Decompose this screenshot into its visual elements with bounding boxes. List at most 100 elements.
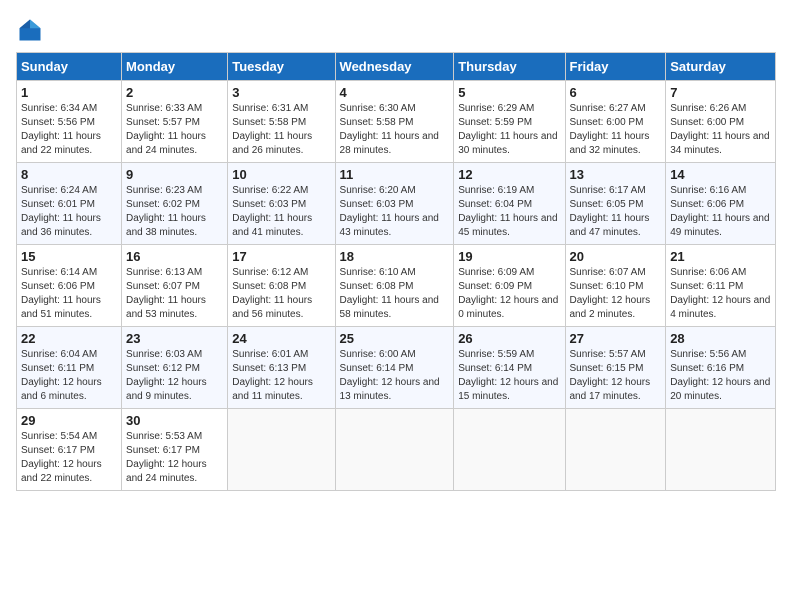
day-number: 30 [126,413,223,428]
day-detail: Sunrise: 6:10 AM Sunset: 6:08 PM Dayligh… [340,266,450,322]
calendar-cell: 18 Sunrise: 6:10 AM Sunset: 6:08 PM Dayl… [335,245,454,327]
calendar-cell: 2 Sunrise: 6:33 AM Sunset: 5:57 PM Dayli… [122,81,228,163]
calendar-table: SundayMondayTuesdayWednesdayThursdayFrid… [16,52,776,491]
day-number: 29 [21,413,117,428]
day-number: 8 [21,167,117,182]
calendar-cell: 12 Sunrise: 6:19 AM Sunset: 6:04 PM Dayl… [454,163,565,245]
calendar-cell [228,409,335,491]
header-monday: Monday [122,53,228,81]
calendar-cell [454,409,565,491]
day-number: 28 [670,331,771,346]
logo [16,16,48,44]
day-number: 5 [458,85,560,100]
calendar-cell: 15 Sunrise: 6:14 AM Sunset: 6:06 PM Dayl… [17,245,122,327]
calendar-cell [565,409,666,491]
week-row-3: 15 Sunrise: 6:14 AM Sunset: 6:06 PM Dayl… [17,245,776,327]
day-number: 12 [458,167,560,182]
logo-icon [16,16,44,44]
calendar-header-row: SundayMondayTuesdayWednesdayThursdayFrid… [17,53,776,81]
day-number: 24 [232,331,330,346]
day-detail: Sunrise: 6:12 AM Sunset: 6:08 PM Dayligh… [232,266,330,322]
day-number: 27 [570,331,662,346]
calendar-cell: 8 Sunrise: 6:24 AM Sunset: 6:01 PM Dayli… [17,163,122,245]
week-row-2: 8 Sunrise: 6:24 AM Sunset: 6:01 PM Dayli… [17,163,776,245]
calendar-cell: 27 Sunrise: 5:57 AM Sunset: 6:15 PM Dayl… [565,327,666,409]
day-detail: Sunrise: 6:19 AM Sunset: 6:04 PM Dayligh… [458,184,560,240]
day-number: 25 [340,331,450,346]
calendar-cell: 10 Sunrise: 6:22 AM Sunset: 6:03 PM Dayl… [228,163,335,245]
header-friday: Friday [565,53,666,81]
day-number: 6 [570,85,662,100]
calendar-cell: 7 Sunrise: 6:26 AM Sunset: 6:00 PM Dayli… [666,81,776,163]
day-detail: Sunrise: 6:22 AM Sunset: 6:03 PM Dayligh… [232,184,330,240]
day-detail: Sunrise: 6:17 AM Sunset: 6:05 PM Dayligh… [570,184,662,240]
day-number: 1 [21,85,117,100]
day-detail: Sunrise: 6:09 AM Sunset: 6:09 PM Dayligh… [458,266,560,322]
day-number: 11 [340,167,450,182]
day-detail: Sunrise: 6:03 AM Sunset: 6:12 PM Dayligh… [126,348,223,404]
day-detail: Sunrise: 6:13 AM Sunset: 6:07 PM Dayligh… [126,266,223,322]
day-number: 14 [670,167,771,182]
day-number: 9 [126,167,223,182]
day-detail: Sunrise: 5:56 AM Sunset: 6:16 PM Dayligh… [670,348,771,404]
header-saturday: Saturday [666,53,776,81]
calendar-cell: 14 Sunrise: 6:16 AM Sunset: 6:06 PM Dayl… [666,163,776,245]
calendar-cell: 23 Sunrise: 6:03 AM Sunset: 6:12 PM Dayl… [122,327,228,409]
day-number: 16 [126,249,223,264]
calendar-cell: 19 Sunrise: 6:09 AM Sunset: 6:09 PM Dayl… [454,245,565,327]
calendar-cell: 22 Sunrise: 6:04 AM Sunset: 6:11 PM Dayl… [17,327,122,409]
calendar-cell [666,409,776,491]
day-detail: Sunrise: 5:57 AM Sunset: 6:15 PM Dayligh… [570,348,662,404]
calendar-cell: 3 Sunrise: 6:31 AM Sunset: 5:58 PM Dayli… [228,81,335,163]
calendar-cell: 29 Sunrise: 5:54 AM Sunset: 6:17 PM Dayl… [17,409,122,491]
calendar-cell: 17 Sunrise: 6:12 AM Sunset: 6:08 PM Dayl… [228,245,335,327]
calendar-cell: 9 Sunrise: 6:23 AM Sunset: 6:02 PM Dayli… [122,163,228,245]
day-number: 17 [232,249,330,264]
calendar-cell: 16 Sunrise: 6:13 AM Sunset: 6:07 PM Dayl… [122,245,228,327]
day-detail: Sunrise: 6:23 AM Sunset: 6:02 PM Dayligh… [126,184,223,240]
day-detail: Sunrise: 6:07 AM Sunset: 6:10 PM Dayligh… [570,266,662,322]
header-wednesday: Wednesday [335,53,454,81]
calendar-cell [335,409,454,491]
week-row-4: 22 Sunrise: 6:04 AM Sunset: 6:11 PM Dayl… [17,327,776,409]
day-detail: Sunrise: 6:30 AM Sunset: 5:58 PM Dayligh… [340,102,450,158]
calendar-cell: 28 Sunrise: 5:56 AM Sunset: 6:16 PM Dayl… [666,327,776,409]
day-detail: Sunrise: 5:59 AM Sunset: 6:14 PM Dayligh… [458,348,560,404]
calendar-cell: 24 Sunrise: 6:01 AM Sunset: 6:13 PM Dayl… [228,327,335,409]
day-detail: Sunrise: 6:14 AM Sunset: 6:06 PM Dayligh… [21,266,117,322]
calendar-body: 1 Sunrise: 6:34 AM Sunset: 5:56 PM Dayli… [17,81,776,491]
day-detail: Sunrise: 6:24 AM Sunset: 6:01 PM Dayligh… [21,184,117,240]
day-number: 19 [458,249,560,264]
calendar-cell: 30 Sunrise: 5:53 AM Sunset: 6:17 PM Dayl… [122,409,228,491]
day-number: 3 [232,85,330,100]
header-sunday: Sunday [17,53,122,81]
calendar-cell: 13 Sunrise: 6:17 AM Sunset: 6:05 PM Dayl… [565,163,666,245]
day-number: 13 [570,167,662,182]
day-detail: Sunrise: 6:01 AM Sunset: 6:13 PM Dayligh… [232,348,330,404]
day-detail: Sunrise: 6:04 AM Sunset: 6:11 PM Dayligh… [21,348,117,404]
day-detail: Sunrise: 6:33 AM Sunset: 5:57 PM Dayligh… [126,102,223,158]
day-number: 18 [340,249,450,264]
day-number: 20 [570,249,662,264]
header-thursday: Thursday [454,53,565,81]
calendar-cell: 5 Sunrise: 6:29 AM Sunset: 5:59 PM Dayli… [454,81,565,163]
day-detail: Sunrise: 6:31 AM Sunset: 5:58 PM Dayligh… [232,102,330,158]
day-number: 22 [21,331,117,346]
day-number: 15 [21,249,117,264]
day-detail: Sunrise: 6:27 AM Sunset: 6:00 PM Dayligh… [570,102,662,158]
day-detail: Sunrise: 6:29 AM Sunset: 5:59 PM Dayligh… [458,102,560,158]
day-detail: Sunrise: 6:06 AM Sunset: 6:11 PM Dayligh… [670,266,771,322]
calendar-cell: 21 Sunrise: 6:06 AM Sunset: 6:11 PM Dayl… [666,245,776,327]
day-detail: Sunrise: 5:53 AM Sunset: 6:17 PM Dayligh… [126,430,223,486]
day-detail: Sunrise: 6:16 AM Sunset: 6:06 PM Dayligh… [670,184,771,240]
header-tuesday: Tuesday [228,53,335,81]
day-number: 4 [340,85,450,100]
week-row-1: 1 Sunrise: 6:34 AM Sunset: 5:56 PM Dayli… [17,81,776,163]
day-number: 2 [126,85,223,100]
day-number: 26 [458,331,560,346]
day-number: 23 [126,331,223,346]
day-detail: Sunrise: 6:26 AM Sunset: 6:00 PM Dayligh… [670,102,771,158]
day-number: 21 [670,249,771,264]
day-detail: Sunrise: 6:00 AM Sunset: 6:14 PM Dayligh… [340,348,450,404]
calendar-cell: 11 Sunrise: 6:20 AM Sunset: 6:03 PM Dayl… [335,163,454,245]
